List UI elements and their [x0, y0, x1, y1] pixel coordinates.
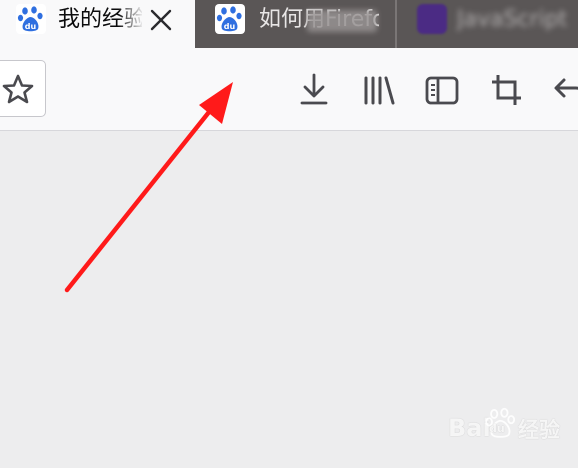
tab-strip: du 我的经验 du 如何用Firefox — [0, 0, 578, 50]
page-content-area — [0, 131, 578, 468]
back-button[interactable] — [550, 70, 578, 110]
crop-icon — [492, 75, 521, 105]
close-icon[interactable] — [148, 7, 174, 33]
sidebar-button[interactable] — [422, 70, 462, 110]
navigation-toolbar — [0, 48, 578, 131]
sidebar-icon — [425, 76, 459, 105]
blurred-title — [307, 10, 377, 32]
library-button[interactable] — [360, 70, 400, 110]
downloads-button[interactable] — [295, 70, 335, 110]
download-icon — [300, 73, 328, 105]
library-icon — [364, 76, 395, 105]
tab-2[interactable]: du 如何用Firefox — [197, 0, 395, 48]
baidu-paw-icon: du — [16, 4, 46, 34]
tab-3[interactable]: JavaScript — [397, 0, 578, 48]
star-icon — [2, 74, 34, 104]
purple-app-icon — [417, 4, 447, 34]
tab-title: 我的经验 — [58, 7, 142, 32]
svg-text:du: du — [224, 22, 236, 31]
baidu-paw-icon: du — [215, 4, 245, 34]
back-arrow-icon — [554, 78, 578, 98]
screenshot-button[interactable] — [487, 70, 527, 110]
bookmark-star-button[interactable] — [0, 60, 46, 117]
tab-active[interactable]: du 我的经验 — [0, 0, 195, 50]
svg-text:du: du — [25, 22, 37, 31]
tab-title: JavaScript — [457, 7, 568, 32]
